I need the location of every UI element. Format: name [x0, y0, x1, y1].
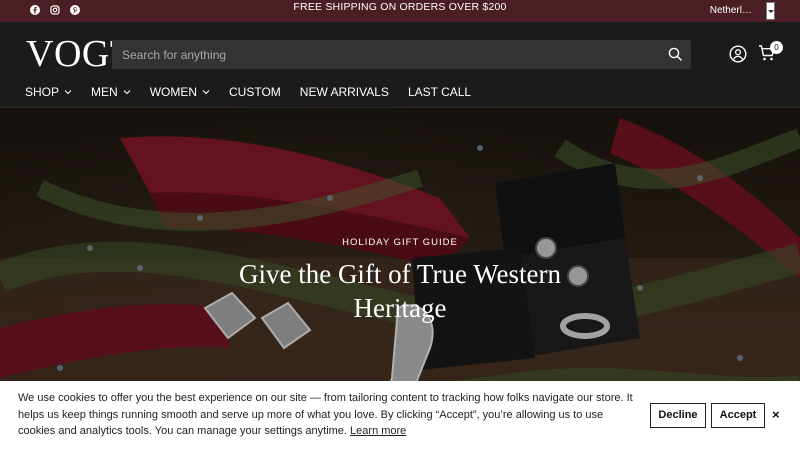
search-input[interactable]: Search for anything	[122, 48, 226, 62]
nav-item-shop[interactable]: SHOP	[25, 85, 72, 99]
chevron-down-icon	[202, 90, 210, 95]
nav-item-label: LAST CALL	[407, 85, 472, 99]
cookie-banner: We use cookies to offer you the best exp…	[0, 381, 800, 450]
announcement-bar: FREE SHIPPING ON ORDERS OVER $200 Nether…	[0, 0, 800, 22]
chevron-down-icon	[64, 90, 72, 95]
nav-item-label: SHOP	[25, 85, 60, 99]
search-bar[interactable]: Search for anything	[112, 40, 691, 69]
announcement-text: FREE SHIPPING ON ORDERS OVER $200	[293, 1, 507, 13]
nav-item-label: NEW ARRIVALS	[299, 85, 389, 99]
nav-item-label: MEN	[91, 85, 118, 99]
learn-more-link[interactable]: Learn more	[350, 425, 406, 437]
nav-item-women[interactable]: WOMEN	[150, 85, 210, 99]
main-nav: SHOP MEN WOMEN CUSTOM NEW ARRIVALS LAST …	[25, 85, 471, 99]
nav-item-men[interactable]: MEN	[91, 85, 131, 99]
accept-button[interactable]: Accept	[711, 403, 765, 428]
nav-item-label: WOMEN	[149, 85, 198, 99]
nav-item-new-arrivals[interactable]: NEW ARRIVALS	[300, 85, 389, 99]
cookie-message: We use cookies to offer you the best exp…	[18, 390, 638, 440]
hero-eyebrow: HOLIDAY GIFT GUIDE	[342, 237, 458, 248]
cookie-message-text: We use cookies to offer you the best exp…	[18, 392, 633, 437]
country-selector-label[interactable]: Netherl…	[710, 5, 752, 16]
hero-headline: Give the Gift of True Western Heritage	[238, 259, 562, 323]
nav-item-last-call[interactable]: LAST CALL	[408, 85, 471, 99]
nav-item-custom[interactable]: CUSTOM	[229, 85, 281, 99]
chevron-down-icon	[123, 90, 131, 95]
country-selector-dropdown[interactable]	[766, 2, 775, 20]
site-header: VOGT Search for anything 0 SHOP MEN WOME…	[0, 22, 800, 108]
account-icon[interactable]	[729, 45, 747, 63]
cart-count-badge: 0	[770, 41, 783, 54]
nav-item-label: CUSTOM	[229, 85, 281, 99]
decline-button[interactable]: Decline	[650, 403, 706, 428]
search-icon[interactable]	[668, 47, 682, 61]
close-icon[interactable]: ×	[772, 408, 780, 422]
